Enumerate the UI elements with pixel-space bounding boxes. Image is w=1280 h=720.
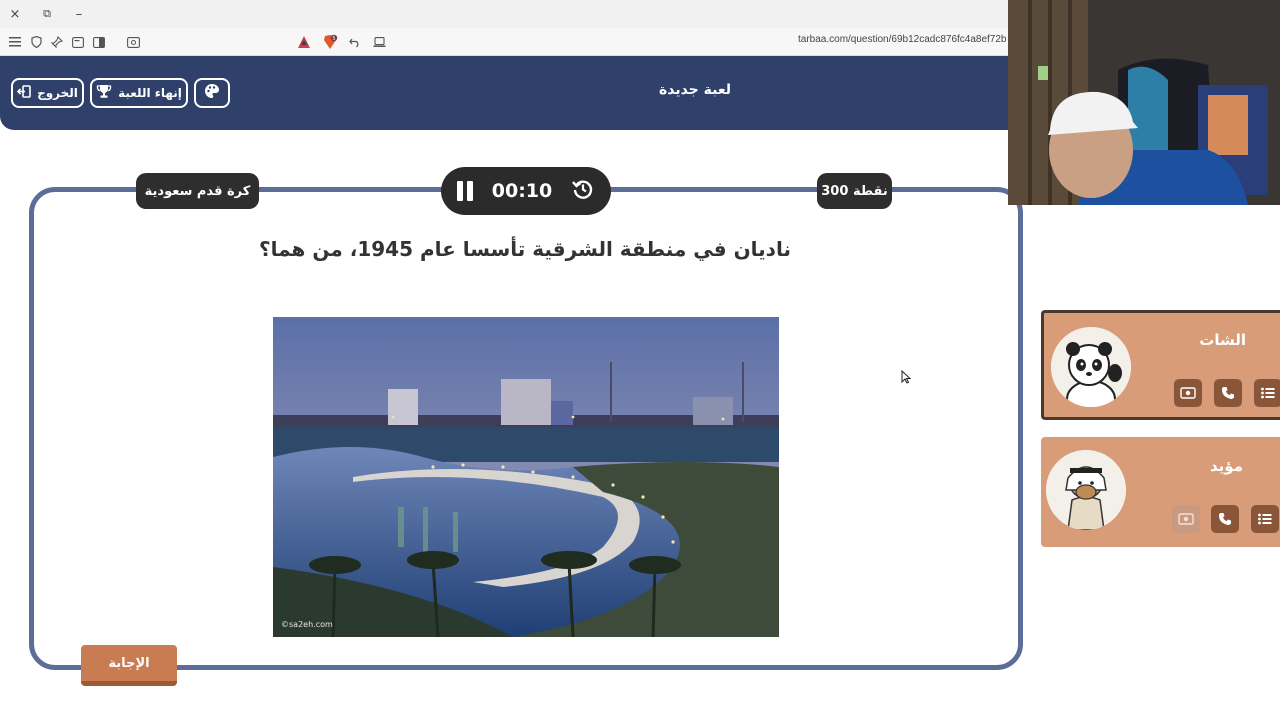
player-card-moayad[interactable]: مؤيد [1041, 437, 1280, 547]
theme-button[interactable] [194, 78, 230, 108]
cast-icon[interactable] [370, 33, 388, 51]
swap-card-icon[interactable] [1174, 379, 1202, 407]
player-name: مؤيد [1210, 457, 1243, 475]
exit-button[interactable]: الخروج [11, 78, 84, 108]
screenshot-icon[interactable] [124, 33, 142, 51]
browser-toolbar: 5 tarbaa.com/question/69b12cadc876fc4a8e… [0, 28, 1008, 56]
page-title: لعبة جديدة [658, 82, 732, 98]
exit-icon [16, 84, 31, 102]
question-image: ©sa2eh.com [273, 317, 779, 637]
svg-text:5: 5 [332, 36, 335, 42]
swap-card-icon[interactable] [1172, 505, 1200, 533]
brave-shield-icon[interactable]: 5 [321, 33, 339, 51]
camel-avatar [1046, 450, 1126, 530]
browser-titlebar: × ⧉ – [0, 0, 1008, 28]
question-text: ناديان في منطقة الشرقية تأسسا عام 1945، … [259, 237, 791, 261]
timer-value: 00:10 [491, 180, 553, 202]
exit-label: الخروج [37, 86, 78, 100]
undo-icon[interactable] [346, 33, 364, 51]
tabs-icon[interactable] [69, 33, 87, 51]
pin-icon[interactable] [48, 33, 66, 51]
trophy-icon [96, 84, 112, 103]
reset-timer-icon[interactable] [571, 177, 595, 205]
timer: 00:10 [441, 167, 611, 215]
minimize-window-icon[interactable]: – [68, 4, 90, 24]
pause-icon[interactable] [457, 181, 473, 201]
extension-icon[interactable] [295, 33, 313, 51]
menu-icon[interactable] [6, 33, 24, 51]
mouse-cursor-icon [901, 369, 912, 384]
end-game-label: إنهاء اللعبة [118, 86, 182, 100]
image-watermark: ©sa2eh.com [281, 620, 333, 629]
phone-icon[interactable] [1211, 505, 1239, 533]
screen: × ⧉ – 5 tarbaa.com/question/69b12cadc876… [0, 0, 1280, 720]
shield-icon[interactable] [27, 33, 45, 51]
webcam-feed [1008, 0, 1280, 205]
panda-avatar [1051, 327, 1131, 407]
list-icon[interactable] [1251, 505, 1279, 533]
answer-button[interactable]: الإجابة [81, 645, 177, 686]
player-name: الشات [1199, 331, 1246, 349]
end-game-button[interactable]: إنهاء اللعبة [90, 78, 188, 108]
category-badge: كرة قدم سعودية [136, 173, 259, 209]
close-window-icon[interactable]: × [4, 4, 26, 24]
points-badge: 300 نقطة [817, 173, 892, 209]
url-bar[interactable]: tarbaa.com/question/69b12cadc876fc4a8ef7… [798, 34, 1008, 50]
app-header: الخروج إنهاء اللعبة لعبة جديدة [0, 56, 1008, 130]
phone-icon[interactable] [1214, 379, 1242, 407]
restore-window-icon[interactable]: ⧉ [36, 4, 58, 24]
palette-icon [204, 83, 220, 103]
list-icon[interactable] [1254, 379, 1280, 407]
player-card-chat[interactable]: الشات [1041, 310, 1280, 420]
sidebar-icon[interactable] [90, 33, 108, 51]
